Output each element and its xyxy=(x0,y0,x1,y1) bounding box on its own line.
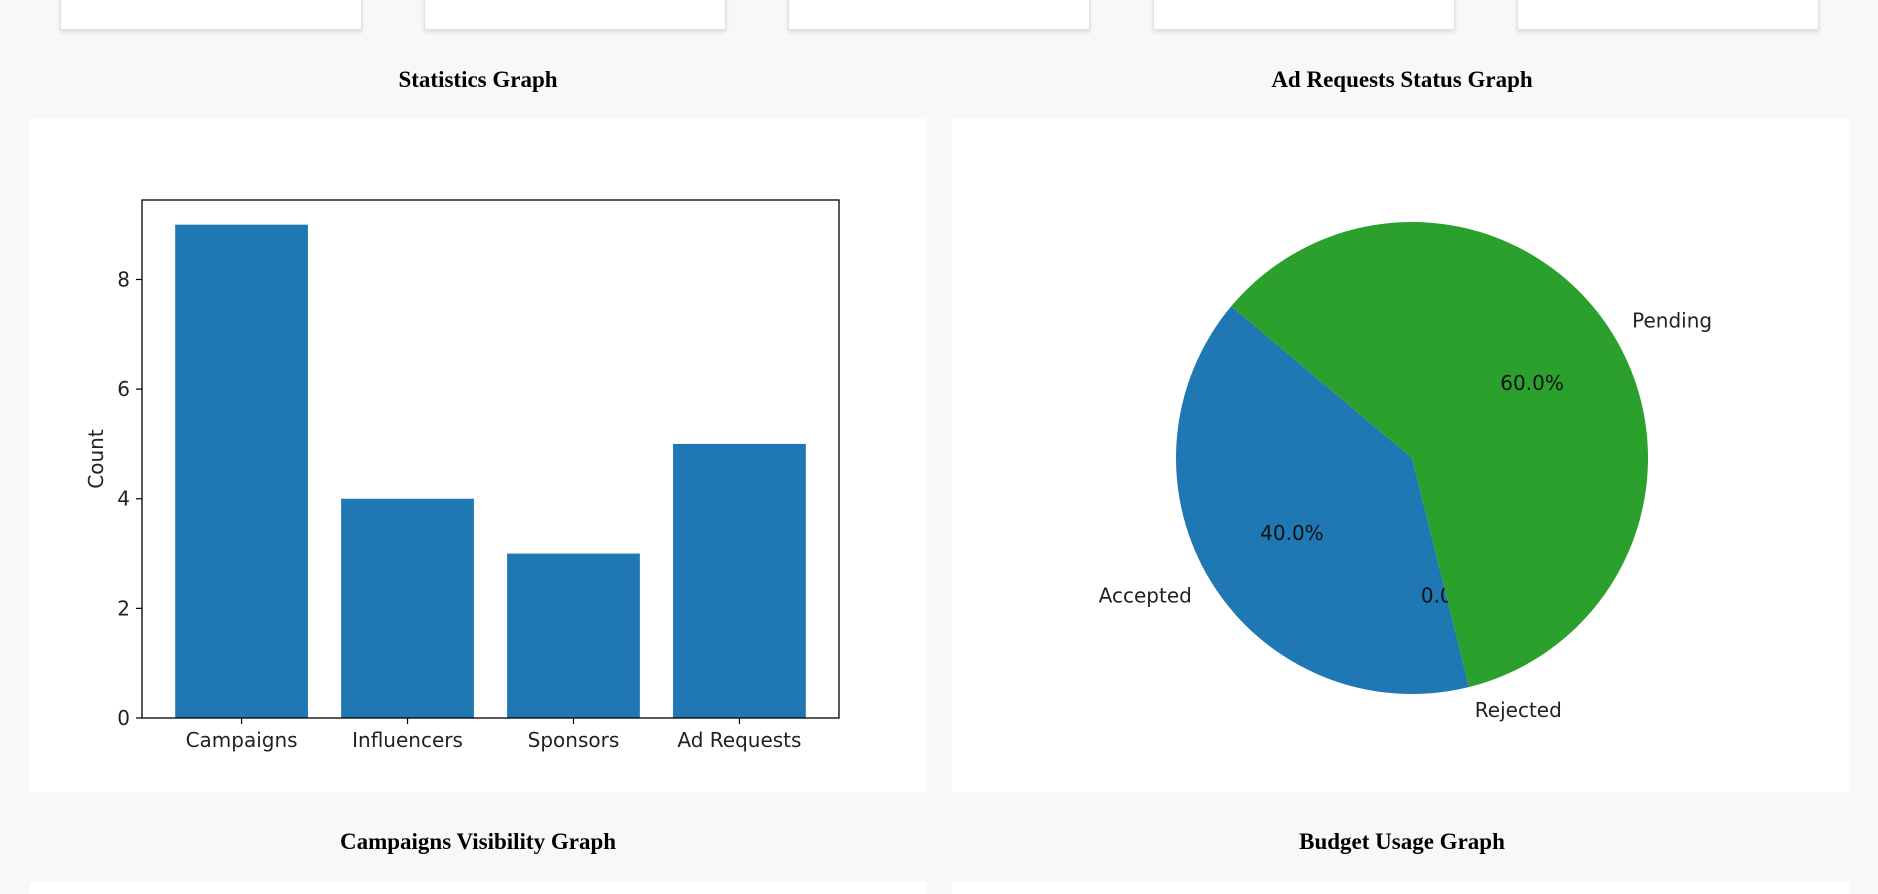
y-tick-label: 4 xyxy=(117,487,130,511)
y-tick-label: 2 xyxy=(117,596,130,620)
summary-card-3 xyxy=(788,0,1090,30)
x-tick-label: Sponsors xyxy=(528,728,620,752)
y-tick-label: 6 xyxy=(117,377,130,401)
pie-percent-accepted: 40.0% xyxy=(1260,521,1324,545)
bar-influencers xyxy=(341,498,474,718)
bar-ad-requests xyxy=(673,443,806,718)
x-tick-label: Ad Requests xyxy=(677,728,801,752)
summary-card-5 xyxy=(1517,0,1819,30)
pie-percent-pending: 60.0% xyxy=(1500,371,1564,395)
y-tick-label: 0 xyxy=(117,706,130,730)
bar-sponsors xyxy=(507,553,640,718)
budget-usage-graph-panel xyxy=(952,882,1850,894)
ad-requests-status-graph-title: Ad Requests Status Graph xyxy=(1271,67,1533,92)
y-axis-label: Count xyxy=(84,429,108,489)
pie-label-accepted: Accepted xyxy=(1099,584,1192,608)
summary-card-2 xyxy=(424,0,726,30)
budget-usage-graph-title: Budget Usage Graph xyxy=(1299,829,1505,854)
statistics-bar-chart: Campaigns Influencers Sponsors Ad Requests 0… xyxy=(84,199,840,752)
y-tick-label: 8 xyxy=(117,267,130,291)
campaigns-visibility-graph-panel xyxy=(29,882,927,894)
x-tick-label: Campaigns xyxy=(186,728,298,752)
summary-card-1 xyxy=(60,0,362,30)
ad-requests-pie-chart: Accepted40.0%Rejected0.0%Pending60.0% xyxy=(1099,221,1712,722)
ad-requests-status-graph-panel: Accepted 40.0% Rejected 0.0% Pending 60.0% xyxy=(952,119,1850,792)
campaigns-visibility-graph-title: Campaigns Visibility Graph xyxy=(339,829,617,854)
summary-card-4 xyxy=(1153,0,1455,30)
statistics-graph-panel: Campaigns Influencers Sponsors Ad Requests 0… xyxy=(29,119,927,792)
x-tick-label: Influencers xyxy=(352,728,463,752)
bar-campaigns xyxy=(175,224,308,718)
pie-label-pending: Pending xyxy=(1632,308,1712,332)
pie-label-rejected: Rejected xyxy=(1475,698,1562,722)
statistics-graph-title: Statistics Graph xyxy=(398,67,558,92)
